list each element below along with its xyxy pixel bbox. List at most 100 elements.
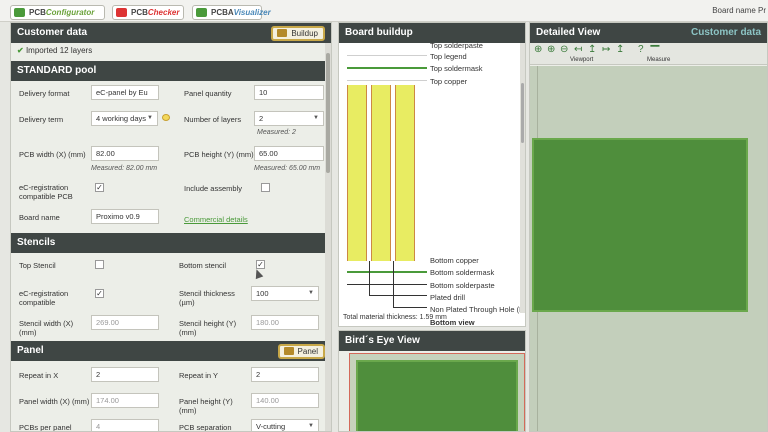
stencil-ereg-label: eC-registration compatible — [19, 289, 69, 307]
hammer-icon — [283, 347, 294, 355]
layer-top-solderpaste: Top solderpaste — [430, 41, 483, 50]
panel-header: Panel Panel — [11, 341, 331, 361]
stencil-thickness-select[interactable]: 100 ▼ — [251, 286, 319, 301]
board-name-input[interactable]: Proximo v0.9 — [91, 209, 159, 224]
total-thickness: Total material thickness: 1.59 mm — [343, 314, 447, 321]
pan-left-icon[interactable]: ↤ — [574, 44, 582, 55]
core-left — [347, 85, 367, 261]
customer-data-header: Customer data Buildup — [11, 23, 331, 43]
tab-pcba-visualizer[interactable]: PCBAVisualizer — [192, 5, 271, 20]
delivery-format-select[interactable]: eC-panel by Eu — [91, 85, 159, 100]
measured-layers: Measured: 2 — [257, 129, 296, 136]
drill-line — [393, 307, 427, 308]
layer-bottom-soldermask: Bottom soldermask — [430, 268, 495, 277]
chevron-down-icon: ▼ — [147, 115, 153, 121]
customer-data-link[interactable]: Customer data — [691, 23, 761, 43]
drill-line — [369, 295, 427, 296]
toolbar: ⊕ ⊕ ⊖ ↤ ↥ ↦ ↥ Viewport ? ▪▪▪▪▪▪ Measure — [530, 43, 767, 65]
detailed-canvas[interactable] — [530, 66, 767, 431]
stencil-thickness-label: Stencil thickness (µm) — [179, 289, 235, 307]
configurator-panel: Customer data Buildup ✔ Imported 12 laye… — [10, 22, 332, 432]
buildup-button[interactable]: Buildup — [271, 26, 325, 41]
chevron-down-icon: ▼ — [308, 290, 314, 296]
stencil-height-label: Stencil height (Y) (mm) — [179, 319, 237, 337]
layer-top-copper: Top copper — [430, 77, 468, 86]
pcb-height-input[interactable]: 65.00 — [254, 146, 324, 161]
delivery-format-label: Delivery format — [19, 89, 70, 98]
pcb-configurator-icon — [14, 8, 25, 17]
stencil-width-label: Stencil width (X) (mm) — [19, 319, 74, 337]
bottom-stencil-label: Bottom stencil — [179, 261, 227, 270]
measure-help-icon[interactable]: ? — [638, 44, 644, 55]
board-name-label: Board name — [19, 213, 60, 222]
panel-width-input[interactable]: 174.00 — [91, 393, 159, 408]
pcb-height-label: PCB height (Y) (mm) — [184, 150, 254, 159]
standard-pool-header: STANDARD pool — [11, 61, 331, 81]
layer-bottom-copper: Bottom copper — [430, 256, 479, 265]
viewport-label: Viewport — [570, 57, 594, 63]
stencil-ereg-checkbox[interactable]: ✓ — [95, 289, 104, 298]
chevron-down-icon: ▼ — [308, 423, 314, 429]
zoom-fit-icon[interactable]: ⊕ — [547, 44, 555, 55]
stencil-height-input[interactable]: 180.00 — [251, 315, 319, 330]
layer-line — [347, 80, 427, 81]
pcb-separation-label: PCB separation — [179, 423, 232, 432]
pcbs-per-panel-input[interactable]: 4 — [91, 419, 159, 431]
include-assembly-checkbox[interactable] — [261, 183, 270, 192]
panel-button[interactable]: Panel — [277, 344, 325, 359]
top-stencil-label: Top Stencil — [19, 261, 56, 270]
panel-height-input[interactable]: 140.00 — [251, 393, 319, 408]
delivery-term-select[interactable]: 4 working days ▼ — [91, 111, 158, 126]
detailed-board — [532, 138, 748, 312]
check-icon: ✔ — [17, 46, 24, 55]
stencils-header: Stencils — [11, 233, 331, 253]
layer-line — [347, 271, 427, 273]
zoom-in-icon[interactable]: ⊕ — [534, 44, 542, 55]
pan-vertical-icon[interactable]: ↥ — [588, 44, 596, 55]
top-stencil-checkbox[interactable] — [95, 260, 104, 269]
buildup-scrollbar-thumb[interactable] — [521, 83, 524, 143]
layer-npth: Non Plated Through Hole (N — [430, 305, 525, 314]
buildup-stack: Top solderpaste Top legend Top soldermas… — [339, 41, 525, 326]
pan-top-icon[interactable]: ↥ — [616, 44, 624, 55]
drill-line — [393, 261, 394, 307]
panel-quantity-input[interactable]: 10 — [254, 85, 324, 100]
pcb-width-input[interactable]: 82.00 — [91, 146, 159, 161]
pcbs-per-panel-label: PCBs per panel — [19, 423, 72, 432]
top-bar: PCBConfigurator PCBChecker PCBAVisualize… — [0, 0, 768, 22]
number-of-layers-select[interactable]: 2 ▼ — [254, 111, 324, 126]
detailed-view-header: Detailed View Customer data — [530, 23, 767, 43]
measure-label: Measure — [647, 57, 671, 63]
detailed-view-panel: Detailed View Customer data ⊕ ⊕ ⊖ ↤ ↥ ↦ … — [529, 22, 768, 432]
board-name-header: Board name Pr — [712, 6, 766, 15]
tab-pcb-checker[interactable]: PCBChecker — [112, 5, 184, 20]
delivery-info-icon[interactable] — [162, 114, 170, 121]
stencil-width-input[interactable]: 269.00 — [91, 315, 159, 330]
measured-height: Measured: 65.00 mm — [254, 165, 321, 172]
core-right — [395, 85, 415, 261]
pcb-checker-icon — [116, 8, 127, 17]
birds-eye-canvas[interactable] — [349, 353, 525, 431]
pcb-separation-select[interactable]: V-cutting ▼ — [251, 419, 319, 431]
imported-status: ✔ Imported 12 layers — [17, 46, 93, 55]
number-of-layers-label: Number of layers — [184, 115, 242, 124]
layer-top-soldermask: Top soldermask — [430, 64, 483, 73]
left-scrollbar-thumb[interactable] — [326, 53, 330, 173]
pcba-visualizer-icon — [196, 8, 207, 17]
birds-eye-header: Bird´s Eye View — [339, 331, 525, 351]
repeat-y-label: Repeat in Y — [179, 371, 219, 380]
layer-bottom-solderpaste: Bottom solderpaste — [430, 281, 495, 290]
zoom-out-icon[interactable]: ⊖ — [560, 44, 568, 55]
pan-right-icon[interactable]: ↦ — [602, 44, 610, 55]
ereg-checkbox[interactable]: ✓ — [95, 183, 104, 192]
commercial-details-link[interactable]: Commercial details — [184, 215, 248, 224]
repeat-x-input[interactable]: 2 — [91, 367, 159, 382]
panel-width-label: Panel width (X) (mm) — [19, 397, 90, 406]
drill-line — [369, 261, 370, 295]
repeat-y-input[interactable]: 2 — [251, 367, 319, 382]
measure-tools-icon[interactable]: ▪▪▪▪▪▪ — [650, 43, 660, 50]
layer-line — [347, 55, 427, 56]
tab-pcb-configurator[interactable]: PCBConfigurator — [10, 5, 105, 20]
layer-line — [347, 284, 427, 285]
delivery-term-label: Delivery term — [19, 115, 64, 124]
